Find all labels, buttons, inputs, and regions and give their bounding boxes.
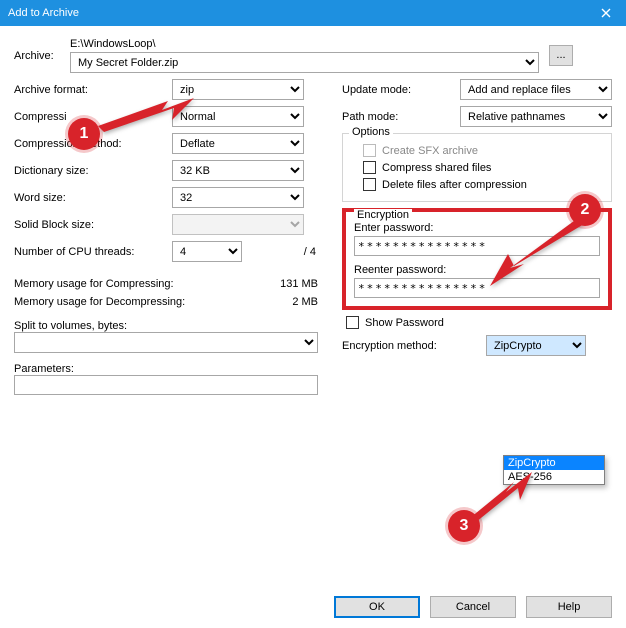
archive-file-combo[interactable]: My Secret Folder.zip (70, 52, 539, 73)
update-mode-combo[interactable]: Add and replace files (460, 79, 612, 100)
archive-path: E:\WindowsLoop\ (70, 38, 539, 50)
solid-block-label: Solid Block size: (14, 219, 172, 231)
create-sfx-checkbox (363, 144, 376, 157)
options-group: Options Create SFX archive Compress shar… (342, 133, 612, 202)
mem-compress-label: Memory usage for Compressing: (14, 278, 280, 290)
mem-compress-value: 131 MB (280, 278, 318, 290)
word-size-label: Word size: (14, 192, 172, 204)
options-legend: Options (349, 126, 393, 138)
encryption-option-zipcrypto[interactable]: ZipCrypto (504, 456, 604, 470)
annotation-arrow-3 (470, 472, 540, 522)
annotation-arrow-1 (98, 96, 198, 136)
archive-label: Archive: (14, 50, 70, 62)
annotation-arrow-2 (490, 218, 590, 288)
close-button[interactable] (586, 0, 626, 26)
mem-decompress-label: Memory usage for Decompressing: (14, 296, 292, 308)
annotation-badge-2: 2 (569, 194, 601, 226)
parameters-input[interactable] (14, 375, 318, 395)
solid-block-combo[interactable] (172, 214, 304, 235)
ok-button[interactable]: OK (334, 596, 420, 618)
split-volumes-label: Split to volumes, bytes: (14, 320, 318, 332)
split-volumes-combo[interactable] (14, 332, 318, 353)
cancel-button[interactable]: Cancel (430, 596, 516, 618)
compress-shared-label: Compress shared files (382, 162, 491, 174)
show-password-label: Show Password (365, 317, 444, 329)
compress-shared-checkbox[interactable] (363, 161, 376, 174)
dictionary-size-label: Dictionary size: (14, 165, 172, 177)
browse-button[interactable]: ... (549, 45, 573, 66)
compression-method-combo[interactable]: Deflate (172, 133, 304, 154)
delete-after-checkbox[interactable] (363, 178, 376, 191)
delete-after-label: Delete files after compression (382, 179, 527, 191)
annotation-badge-1: 1 (68, 118, 100, 150)
word-size-combo[interactable]: 32 (172, 187, 304, 208)
close-icon (601, 8, 611, 18)
cpu-threads-combo[interactable]: 4 (172, 241, 242, 262)
encryption-method-label: Encryption method: (342, 340, 486, 352)
titlebar: Add to Archive (0, 0, 626, 26)
update-mode-label: Update mode: (342, 84, 460, 96)
show-password-checkbox[interactable] (346, 316, 359, 329)
create-sfx-label: Create SFX archive (382, 145, 478, 157)
dictionary-size-combo[interactable]: 32 KB (172, 160, 304, 181)
cpu-threads-max: / 4 (242, 246, 318, 258)
window-title: Add to Archive (8, 7, 79, 19)
cpu-threads-label: Number of CPU threads: (14, 246, 172, 258)
path-mode-combo[interactable]: Relative pathnames (460, 106, 612, 127)
encryption-legend: Encryption (354, 209, 412, 221)
annotation-badge-3: 3 (448, 510, 480, 542)
parameters-label: Parameters: (14, 363, 318, 375)
encryption-method-combo[interactable]: ZipCrypto (486, 335, 586, 356)
dialog-buttons: OK Cancel Help (334, 596, 612, 618)
help-button[interactable]: Help (526, 596, 612, 618)
archive-format-label: Archive format: (14, 84, 172, 96)
mem-decompress-value: 2 MB (292, 296, 318, 308)
path-mode-label: Path mode: (342, 111, 460, 123)
